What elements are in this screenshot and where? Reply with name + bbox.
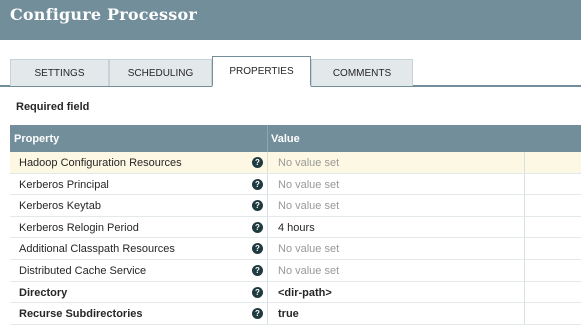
help-icon[interactable]: ? <box>252 157 263 168</box>
tab-bar: Settings Scheduling Properties Comments <box>0 56 581 87</box>
table-row[interactable]: Additional Classpath Resources ? No valu… <box>10 238 581 260</box>
tab-comments[interactable]: Comments <box>311 59 413 86</box>
property-name: Additional Classpath Resources <box>19 243 175 256</box>
cell-divider <box>524 152 525 173</box>
cell-divider <box>267 173 268 195</box>
property-value[interactable]: No value set <box>278 265 339 277</box>
value-column-header[interactable]: Value <box>271 133 300 145</box>
tab-properties[interactable]: Properties <box>212 56 311 87</box>
cell-divider <box>267 259 268 281</box>
table-row[interactable]: Directory ? <dir-path> <box>10 281 581 304</box>
dialog-header: Configure Processor <box>0 0 581 40</box>
cell-divider <box>524 259 525 281</box>
help-icon[interactable]: ? <box>252 286 263 298</box>
cell-divider <box>267 238 268 259</box>
property-value[interactable]: true <box>278 308 299 320</box>
property-name: Recurse Subdirectories <box>19 308 143 321</box>
table-row[interactable]: Kerberos Keytab ? No value set <box>10 195 581 217</box>
property-name: Kerberos Principal <box>19 178 109 191</box>
tab-scheduling[interactable]: Scheduling <box>109 59 212 86</box>
table-row[interactable]: Hadoop Configuration Resources ? No valu… <box>10 152 581 174</box>
dialog-title: Configure Processor <box>10 5 197 24</box>
cell-divider <box>524 216 525 238</box>
tab-settings[interactable]: Settings <box>10 59 109 86</box>
property-column-header[interactable]: Property <box>14 133 59 145</box>
required-field-label: Required field <box>16 101 90 113</box>
property-value[interactable]: No value set <box>278 179 339 191</box>
table-row[interactable]: Recurse Subdirectories ? true <box>10 303 581 325</box>
table-row[interactable]: Kerberos Relogin Period ? 4 hours <box>10 216 581 239</box>
table-row[interactable]: Distributed Cache Service ? No value set <box>10 259 581 282</box>
help-icon[interactable]: ? <box>252 243 263 255</box>
property-value[interactable]: No value set <box>278 157 339 169</box>
cell-divider <box>267 216 268 238</box>
help-icon[interactable]: ? <box>252 200 263 212</box>
property-name: Distributed Cache Service <box>19 264 147 277</box>
cell-divider <box>267 281 268 303</box>
cell-divider <box>267 303 268 324</box>
help-icon[interactable]: ? <box>252 221 263 233</box>
column-divider <box>267 125 268 152</box>
help-icon[interactable]: ? <box>252 308 263 320</box>
property-value[interactable]: No value set <box>278 243 339 255</box>
property-value[interactable]: 4 hours <box>278 222 315 234</box>
properties-table: Property Value Hadoop Configuration Reso… <box>10 125 581 325</box>
property-name: Kerberos Keytab <box>19 200 101 213</box>
property-value[interactable]: No value set <box>278 200 339 212</box>
cell-divider <box>524 281 525 303</box>
cell-divider <box>524 238 525 259</box>
cell-divider <box>524 173 525 195</box>
help-icon[interactable]: ? <box>252 264 263 276</box>
cell-divider <box>524 195 525 216</box>
property-name: Directory <box>19 286 68 299</box>
help-icon[interactable]: ? <box>252 178 263 190</box>
table-header: Property Value <box>10 125 581 152</box>
cell-divider <box>267 195 268 216</box>
property-value[interactable]: <dir-path> <box>278 287 332 299</box>
cell-divider <box>524 303 525 324</box>
table-row[interactable]: Kerberos Principal ? No value set <box>10 173 581 196</box>
property-name: Kerberos Relogin Period <box>19 221 139 234</box>
property-name: Hadoop Configuration Resources <box>19 157 182 169</box>
cell-divider <box>267 152 268 173</box>
